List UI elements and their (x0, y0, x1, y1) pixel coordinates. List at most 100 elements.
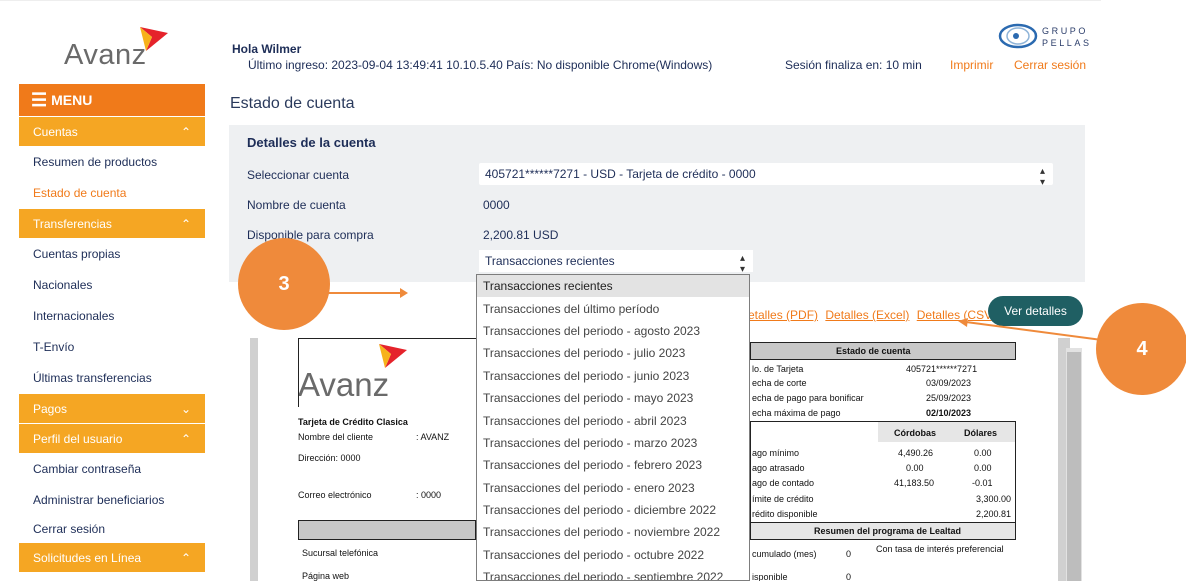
sidebar-item-cerrar-sesion[interactable]: Cerrar sesión (19, 515, 205, 542)
card-type: Tarjeta de Crédito Clasica (298, 417, 408, 427)
arrow-right-icon (328, 288, 408, 298)
print-link[interactable]: Imprimir (950, 58, 993, 72)
limit-value: 3,300.00 (976, 494, 1012, 504)
row-label: ago de contado (752, 478, 815, 488)
dropdown-option[interactable]: Transacciones del periodo - octubre 2022 (477, 544, 749, 566)
row-cordobas: 41,183.50 (894, 478, 935, 488)
dropdown-option[interactable]: Transacciones del periodo - abril 2023 (477, 409, 749, 431)
dropdown-option[interactable]: Transacciones del periodo - junio 2023 (477, 365, 749, 387)
client-value: : AVANZ (416, 432, 450, 442)
dropdown-option[interactable]: Transacciones recientes (477, 275, 749, 298)
cut-label: echa de corte (752, 378, 807, 388)
dropdown-option[interactable]: Transacciones del periodo - mayo 2023 (477, 387, 749, 409)
download-excel-link[interactable]: Detalles (Excel) (825, 308, 909, 322)
statement-left-frame (298, 338, 476, 407)
cut-value: 03/09/2023 (926, 378, 972, 388)
disp-label: isponible (752, 572, 788, 581)
dropdown-option[interactable]: Transacciones del periodo - julio 2023 (477, 342, 749, 364)
sidebar-item-internacionales[interactable]: Internacionales (19, 300, 205, 331)
disp-value: 0 (846, 572, 852, 581)
dropdown-option[interactable]: Transacciones del periodo - febrero 2023 (477, 454, 749, 476)
account-name-label: Nombre de cuenta (247, 198, 346, 212)
grupo-pellas-logo: GRUPO PELLAS (998, 23, 1089, 63)
account-select[interactable]: 405721******7271 - USD - Tarjeta de créd… (479, 163, 1053, 188)
card-no-label: lo. de Tarjeta (752, 364, 804, 374)
preview-scrollbar-thumb[interactable] (1067, 352, 1081, 581)
menu-label: MENU (51, 92, 93, 108)
sidebar-item-resumen[interactable]: Resumen de productos (19, 146, 205, 177)
dropdown-option[interactable]: Transacciones del periodo - enero 2023 (477, 477, 749, 499)
greeting: Hola Wilmer (232, 42, 302, 56)
section-label: Pagos (33, 401, 68, 416)
contact-row-web: Página web (302, 571, 350, 581)
statement-box-title: Estado de cuenta (836, 346, 911, 356)
max-label: echa máxima de pago (752, 408, 841, 418)
select-arrows-icon: ▴ ▾ (739, 253, 745, 275)
address: Dirección: 0000 (298, 453, 361, 463)
dropdown-option[interactable]: Transacciones del último período (477, 297, 749, 319)
callout-4: 4 (1096, 303, 1186, 395)
pellas-line1: GRUPO (1042, 26, 1089, 36)
logo-mark-icon (140, 27, 168, 51)
dropdown-option[interactable]: Transacciones del periodo - marzo 2023 (477, 432, 749, 454)
pellas-line2: PELLAS (1042, 38, 1092, 48)
account-name-value: 0000 (483, 198, 510, 212)
section-cuentas[interactable]: Cuentas ⌃ (19, 117, 205, 146)
transactions-select-value: Transacciones recientes (485, 254, 615, 268)
chevron-up-icon: ⌃ (180, 431, 191, 446)
select-account-label: Seleccionar cuenta (247, 168, 350, 182)
sidebar-item-cambiar-contrasena[interactable]: Cambiar contraseña (19, 453, 205, 484)
pellas-text: GRUPO PELLAS (1042, 25, 1092, 49)
download-pdf-link[interactable]: etalles (PDF) (748, 308, 818, 322)
bonus-label: echa de pago para bonificar (752, 393, 864, 403)
dropdown-option[interactable]: Transacciones del periodo - noviembre 20… (477, 521, 749, 543)
account-details-panel: Detalles de la cuenta Seleccionar cuenta… (229, 125, 1085, 282)
transactions-select[interactable]: Transacciones recientes ▴ ▾ (479, 250, 753, 275)
select-arrows-icon: ▴ ▾ (1039, 166, 1045, 188)
rate-note: Con tasa de interés preferencial (876, 544, 1004, 554)
bonus-value: 25/09/2023 (926, 393, 972, 403)
acc-label: cumulado (mes) (752, 549, 817, 559)
sidebar-item-administrar-beneficiarios[interactable]: Administrar beneficiarios (19, 484, 205, 515)
sidebar-item-nacionales[interactable]: Nacionales (19, 269, 205, 300)
avail-label: rédito disponible (752, 509, 818, 519)
transactions-dropdown: Transacciones recientes Transacciones de… (476, 274, 750, 581)
chevron-up-icon: ⌃ (180, 124, 191, 139)
account-select-value: 405721******7271 - USD - Tarjeta de créd… (485, 167, 756, 181)
dropdown-option[interactable]: Transacciones del periodo - septiembre 2… (477, 566, 749, 580)
section-perfil[interactable]: Perfil del usuario ⌃ (19, 424, 205, 453)
hamburger-icon: ☰ (31, 89, 48, 110)
section-label: Solicitudes en Línea (33, 550, 142, 565)
contact-header (298, 520, 476, 540)
sidebar-item-ultimas-transferencias[interactable]: Últimas transferencias (19, 362, 205, 393)
row-cordobas: 0.00 (906, 463, 924, 473)
menu-toggle[interactable]: ☰ MENU (19, 84, 205, 116)
header: Avanz Hola Wilmer Último ingreso: 2023-0… (0, 0, 1101, 85)
logo-text: Avanz (64, 39, 147, 71)
row-label: ago mínimo (752, 448, 800, 458)
section-label: Cuentas (33, 124, 78, 139)
sidebar-item-t-envio[interactable]: T-Envío (19, 331, 205, 362)
contact-row-phone: Sucursal telefónica (302, 548, 379, 558)
email-value: : 0000 (416, 490, 442, 500)
avanz-logo[interactable]: Avanz (64, 23, 174, 73)
card-no-value: 405721******7271 (906, 364, 978, 374)
max-value: 02/10/2023 (926, 408, 972, 418)
section-label: Perfil del usuario (33, 431, 123, 446)
section-solicitudes[interactable]: Solicitudes en Línea ⌃ (19, 543, 205, 572)
avail-value: 2,200.81 (976, 509, 1012, 519)
sidebar-item-estado-cuenta[interactable]: Estado de cuenta (19, 177, 205, 208)
chevron-up-icon: ⌃ (180, 216, 191, 231)
sidebar-item-cuentas-propias[interactable]: Cuentas propias (19, 238, 205, 269)
client-label: Nombre del cliente (298, 432, 374, 442)
sidebar: ☰ MENU Cuentas ⌃ Resumen de productos Es… (19, 84, 205, 581)
arrow-left-icon (958, 318, 1102, 341)
row-dolares: 0.00 (974, 448, 992, 458)
section-pagos[interactable]: Pagos ⌄ (19, 394, 205, 423)
dropdown-option[interactable]: Transacciones del periodo - agosto 2023 (477, 320, 749, 342)
available-value: 2,200.81 USD (483, 228, 559, 242)
dropdown-option[interactable]: Transacciones del periodo - diciembre 20… (477, 499, 749, 521)
section-label: Transferencias (33, 216, 112, 231)
section-transferencias[interactable]: Transferencias ⌃ (19, 209, 205, 238)
page-title: Estado de cuenta (230, 95, 355, 112)
